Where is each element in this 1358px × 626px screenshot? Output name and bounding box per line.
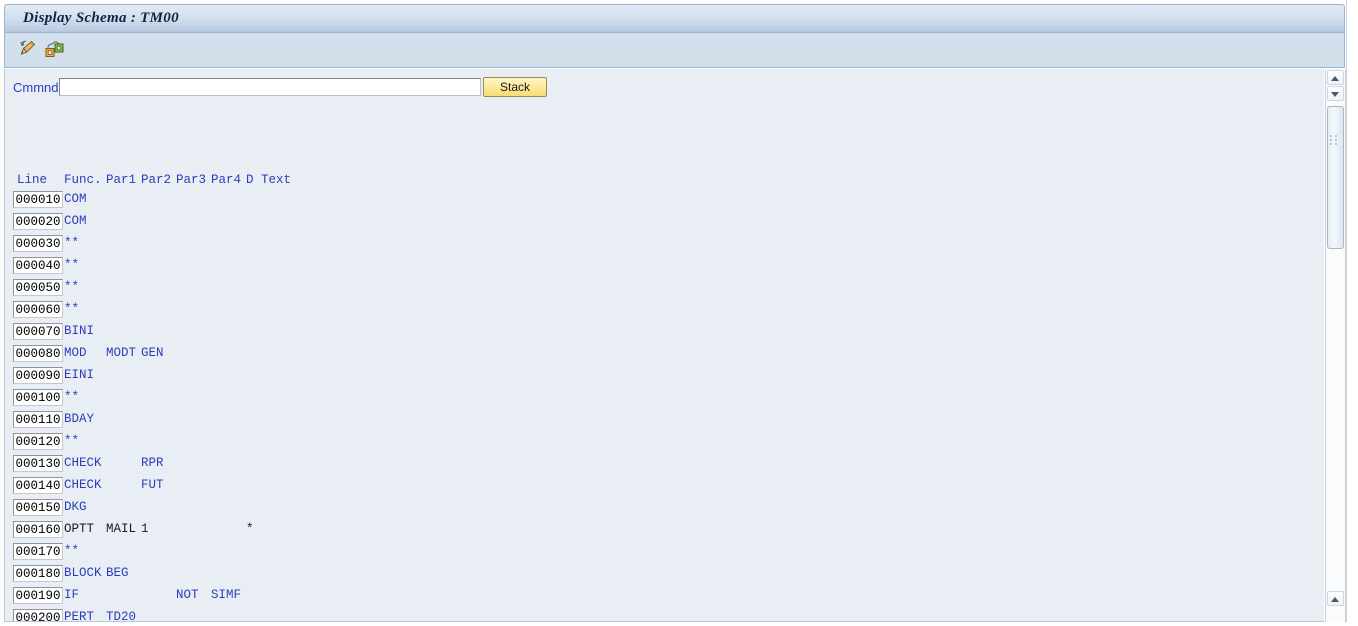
line-number-field[interactable] <box>13 345 63 362</box>
line-number-field[interactable] <box>13 191 63 208</box>
cell-par1[interactable]: MAIL <box>106 522 136 537</box>
vertical-scrollbar[interactable] <box>1325 69 1346 622</box>
line-number-field[interactable] <box>13 411 63 428</box>
line-number-field[interactable] <box>13 389 63 406</box>
line-number-field[interactable] <box>13 543 63 560</box>
scroll-thumb[interactable] <box>1327 106 1344 249</box>
cell-par3[interactable]: NOT <box>176 588 199 603</box>
window-bottom-gutter <box>0 622 1358 626</box>
scroll-page-down-arrow[interactable] <box>1327 591 1344 606</box>
cell-func[interactable]: PERT <box>64 610 94 621</box>
chevron-up-icon <box>1331 76 1339 81</box>
cell-func[interactable]: ** <box>64 434 79 449</box>
cell-func[interactable]: ** <box>64 236 79 251</box>
cell-func[interactable]: ** <box>64 390 79 405</box>
column-header-d: D <box>246 173 254 187</box>
cell-par2[interactable]: FUT <box>141 478 164 493</box>
column-header-line: Line <box>17 173 48 187</box>
chevron-down-icon-2 <box>1331 597 1339 602</box>
cell-func[interactable]: COM <box>64 214 87 229</box>
line-number-field[interactable] <box>13 257 63 274</box>
line-number-field[interactable] <box>13 213 63 230</box>
column-header-par1: Par1 <box>106 173 137 187</box>
structure-icon[interactable] <box>43 39 67 61</box>
cell-par1[interactable]: BEG <box>106 566 129 581</box>
scroll-grip-icon <box>1330 135 1339 146</box>
cell-par2[interactable]: GEN <box>141 346 164 361</box>
line-number-field[interactable] <box>13 587 63 604</box>
line-number-field[interactable] <box>13 367 63 384</box>
stack-button[interactable]: Stack <box>483 77 547 97</box>
cell-func[interactable]: BINI <box>64 324 94 339</box>
cell-func[interactable]: IF <box>64 588 79 603</box>
line-number-field[interactable] <box>13 323 63 340</box>
command-input[interactable] <box>59 78 481 96</box>
cell-func[interactable]: ** <box>64 544 79 559</box>
cell-func[interactable]: BDAY <box>64 412 94 427</box>
window-right-gutter <box>1346 0 1358 626</box>
line-number-field[interactable] <box>13 279 63 296</box>
cell-par4[interactable]: SIMF <box>211 588 241 603</box>
cell-func[interactable]: CHECK <box>64 478 102 493</box>
cell-func[interactable]: COM <box>64 192 87 207</box>
column-header-par4: Par4 <box>211 173 242 187</box>
cell-par2[interactable]: 1 <box>141 522 149 537</box>
cell-func[interactable]: CHECK <box>64 456 102 471</box>
cell-func[interactable]: MOD <box>64 346 87 361</box>
line-number-field[interactable] <box>13 455 63 472</box>
line-number-field[interactable] <box>13 433 63 450</box>
cell-par1[interactable]: TD20 <box>106 610 136 621</box>
cell-d[interactable]: * <box>246 522 254 537</box>
cell-par1[interactable]: MODT <box>106 346 136 361</box>
display-change-icon[interactable] <box>17 39 41 61</box>
scroll-up-arrow[interactable] <box>1327 70 1344 85</box>
cell-func[interactable]: OPTT <box>64 522 94 537</box>
column-header-text: Text <box>261 173 292 187</box>
line-number-field[interactable] <box>13 301 63 318</box>
page-title: Display Schema : TM00 <box>23 10 179 26</box>
line-number-field[interactable] <box>13 235 63 252</box>
column-header-par2: Par2 <box>141 173 172 187</box>
scroll-down-arrow[interactable] <box>1327 86 1344 101</box>
cell-func[interactable]: EINI <box>64 368 94 383</box>
sap-window: Display Schema : TM00 Cmmnd Stack Line F… <box>0 0 1358 626</box>
cell-func[interactable]: ** <box>64 258 79 273</box>
schema-content-panel: Cmmnd Stack Line Func. Par1 Par2 Par3 Par4 D Te… <box>4 69 1324 622</box>
line-number-field[interactable] <box>13 477 63 494</box>
line-number-field[interactable] <box>13 565 63 582</box>
line-number-field[interactable] <box>13 521 63 538</box>
cell-func[interactable]: ** <box>64 280 79 295</box>
command-label: Cmmnd <box>13 80 59 95</box>
line-number-field[interactable] <box>13 499 63 516</box>
cell-par2[interactable]: RPR <box>141 456 164 471</box>
title-bar: Display Schema : TM00 <box>4 4 1345 33</box>
column-header-func: Func. <box>64 173 102 187</box>
column-header-par3: Par3 <box>176 173 207 187</box>
chevron-down-icon <box>1331 92 1339 97</box>
cell-func[interactable]: ** <box>64 302 79 317</box>
toolbar: © www.tutorialkart.com <box>4 33 1345 96</box>
line-number-field[interactable] <box>13 609 63 621</box>
cell-func[interactable]: DKG <box>64 500 87 515</box>
cell-func[interactable]: BLOCK <box>64 566 102 581</box>
